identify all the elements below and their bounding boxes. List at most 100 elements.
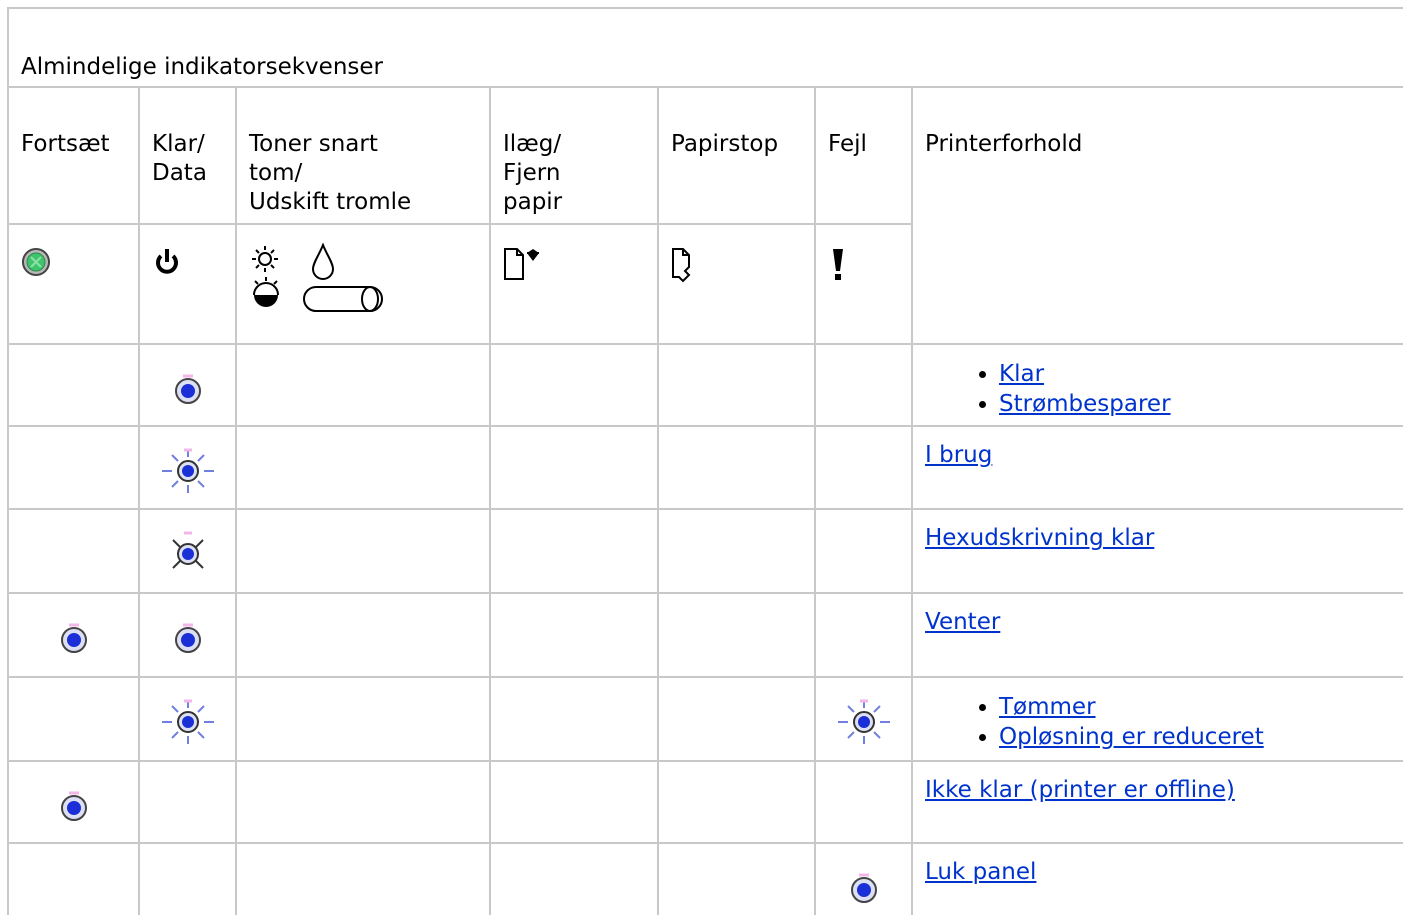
column-header-ready-text: Klar/ Data bbox=[140, 88, 235, 188]
row7-paperjam bbox=[659, 844, 816, 915]
link-venter[interactable]: Venter bbox=[925, 608, 1403, 637]
column-header-ready-line1: Klar/ bbox=[152, 131, 205, 157]
icon-cell-paper-jam bbox=[659, 225, 816, 345]
row3-continue bbox=[9, 510, 140, 594]
row3-toner bbox=[237, 510, 491, 594]
row6-continue bbox=[9, 762, 140, 844]
link-klar[interactable]: Klar bbox=[999, 361, 1044, 387]
toner-drum-icon bbox=[237, 225, 489, 323]
row5-load bbox=[491, 678, 659, 762]
power-icon bbox=[140, 225, 235, 285]
row2-error bbox=[816, 427, 913, 510]
row2-continue bbox=[9, 427, 140, 510]
list-item: Opløsning er reduceret bbox=[999, 722, 1403, 752]
page-frame: Almindelige indikatorsekvenser Fortsæt K… bbox=[0, 0, 1403, 915]
row2-load bbox=[491, 427, 659, 510]
indicator-sequence-table: Almindelige indikatorsekvenser Fortsæt K… bbox=[7, 7, 1403, 915]
column-header-continue: Fortsæt bbox=[9, 88, 140, 225]
row4-condition: Venter bbox=[913, 594, 1403, 678]
row6-error bbox=[816, 762, 913, 844]
row5-continue bbox=[9, 678, 140, 762]
table-row: Ikke klar (printer er offline) bbox=[9, 762, 1403, 844]
row7-continue bbox=[9, 844, 140, 915]
lamp-on-icon bbox=[849, 870, 879, 912]
column-header-error: Fejl bbox=[816, 88, 913, 225]
row6-condition: Ikke klar (printer er offline) bbox=[913, 762, 1403, 844]
table-row: Luk panel bbox=[9, 844, 1403, 915]
row1-condition: Klar Strømbesparer bbox=[913, 345, 1403, 427]
row2-ready bbox=[140, 427, 237, 510]
column-header-load-paper: Ilæg/ Fjern papir bbox=[491, 88, 659, 225]
row2-toner bbox=[237, 427, 491, 510]
list-item: Strømbesparer bbox=[999, 389, 1403, 419]
row7-toner bbox=[237, 844, 491, 915]
condition-list: Klar Strømbesparer bbox=[925, 359, 1403, 419]
column-header-paper-jam-text: Papirstop bbox=[671, 131, 779, 157]
column-header-ready-line2: Data bbox=[152, 160, 207, 186]
lamp-blink-icon bbox=[158, 696, 218, 756]
row4-error bbox=[816, 594, 913, 678]
column-header-condition-text: Printerforhold bbox=[925, 131, 1083, 157]
row7-condition: Luk panel bbox=[913, 844, 1403, 915]
row1-toner bbox=[237, 345, 491, 427]
lamp-slow-blink-icon bbox=[163, 528, 213, 588]
row6-ready bbox=[140, 762, 237, 844]
link-strombesparer[interactable]: Strømbesparer bbox=[999, 391, 1171, 417]
row6-toner bbox=[237, 762, 491, 844]
column-header-load-line3: papir bbox=[503, 189, 563, 215]
link-hexudskrivning-klar[interactable]: Hexudskrivning klar bbox=[925, 524, 1403, 553]
table-caption-text: Almindelige indikatorsekvenser bbox=[21, 54, 383, 80]
table-row: Tømmer Opløsning er reduceret bbox=[9, 678, 1403, 762]
row5-condition: Tømmer Opløsning er reduceret bbox=[913, 678, 1403, 762]
row4-ready bbox=[140, 594, 237, 678]
column-header-load-paper-text: Ilæg/ Fjern papir bbox=[491, 88, 657, 217]
column-header-load-line2: Fjern bbox=[503, 160, 561, 186]
table-row: Hexudskrivning klar bbox=[9, 510, 1403, 594]
link-i-brug[interactable]: I brug bbox=[925, 441, 1403, 470]
row4-continue bbox=[9, 594, 140, 678]
column-header-toner-line1: Toner snart bbox=[249, 131, 378, 157]
row3-load bbox=[491, 510, 659, 594]
icon-cell-load-paper bbox=[491, 225, 659, 345]
link-luk-panel[interactable]: Luk panel bbox=[925, 858, 1403, 887]
row4-toner bbox=[237, 594, 491, 678]
row1-load bbox=[491, 345, 659, 427]
exclamation-icon bbox=[816, 225, 911, 291]
column-header-ready: Klar/ Data bbox=[140, 88, 237, 225]
column-header-error-text: Fejl bbox=[828, 131, 867, 157]
row3-condition: Hexudskrivning klar bbox=[913, 510, 1403, 594]
row5-ready bbox=[140, 678, 237, 762]
row6-paperjam bbox=[659, 762, 816, 844]
condition-list: Tømmer Opløsning er reduceret bbox=[925, 692, 1403, 752]
list-item: Klar bbox=[999, 359, 1403, 389]
row7-load bbox=[491, 844, 659, 915]
column-header-load-line1: Ilæg/ bbox=[503, 131, 562, 157]
lamp-blink-icon bbox=[834, 696, 894, 756]
link-ikke-klar[interactable]: Ikke klar (printer er offline) bbox=[925, 776, 1403, 805]
paper-jam-icon bbox=[659, 225, 814, 291]
column-header-toner-line3: Udskift tromle bbox=[249, 189, 412, 215]
row3-paperjam bbox=[659, 510, 816, 594]
row3-ready bbox=[140, 510, 237, 594]
list-item: Tømmer bbox=[999, 692, 1403, 722]
row7-error bbox=[816, 844, 913, 915]
row3-error bbox=[816, 510, 913, 594]
icon-cell-error bbox=[816, 225, 913, 345]
row5-toner bbox=[237, 678, 491, 762]
row2-paperjam bbox=[659, 427, 816, 510]
table-row: I brug bbox=[9, 427, 1403, 510]
row4-paperjam bbox=[659, 594, 816, 678]
icon-cell-toner bbox=[237, 225, 491, 345]
table-row: Klar Strømbesparer bbox=[9, 345, 1403, 427]
column-header-continue-text: Fortsæt bbox=[21, 131, 110, 157]
table-row: Venter bbox=[9, 594, 1403, 678]
column-header-toner-line2: tom/ bbox=[249, 160, 303, 186]
icon-cell-ready bbox=[140, 225, 237, 345]
link-tommer[interactable]: Tømmer bbox=[999, 694, 1096, 720]
row2-condition: I brug bbox=[913, 427, 1403, 510]
column-header-toner: Toner snart tom/ Udskift tromle bbox=[237, 88, 491, 225]
row5-error bbox=[816, 678, 913, 762]
link-oplosning-er-reduceret[interactable]: Opløsning er reduceret bbox=[999, 724, 1264, 750]
row4-load bbox=[491, 594, 659, 678]
lamp-on-icon bbox=[173, 620, 203, 662]
